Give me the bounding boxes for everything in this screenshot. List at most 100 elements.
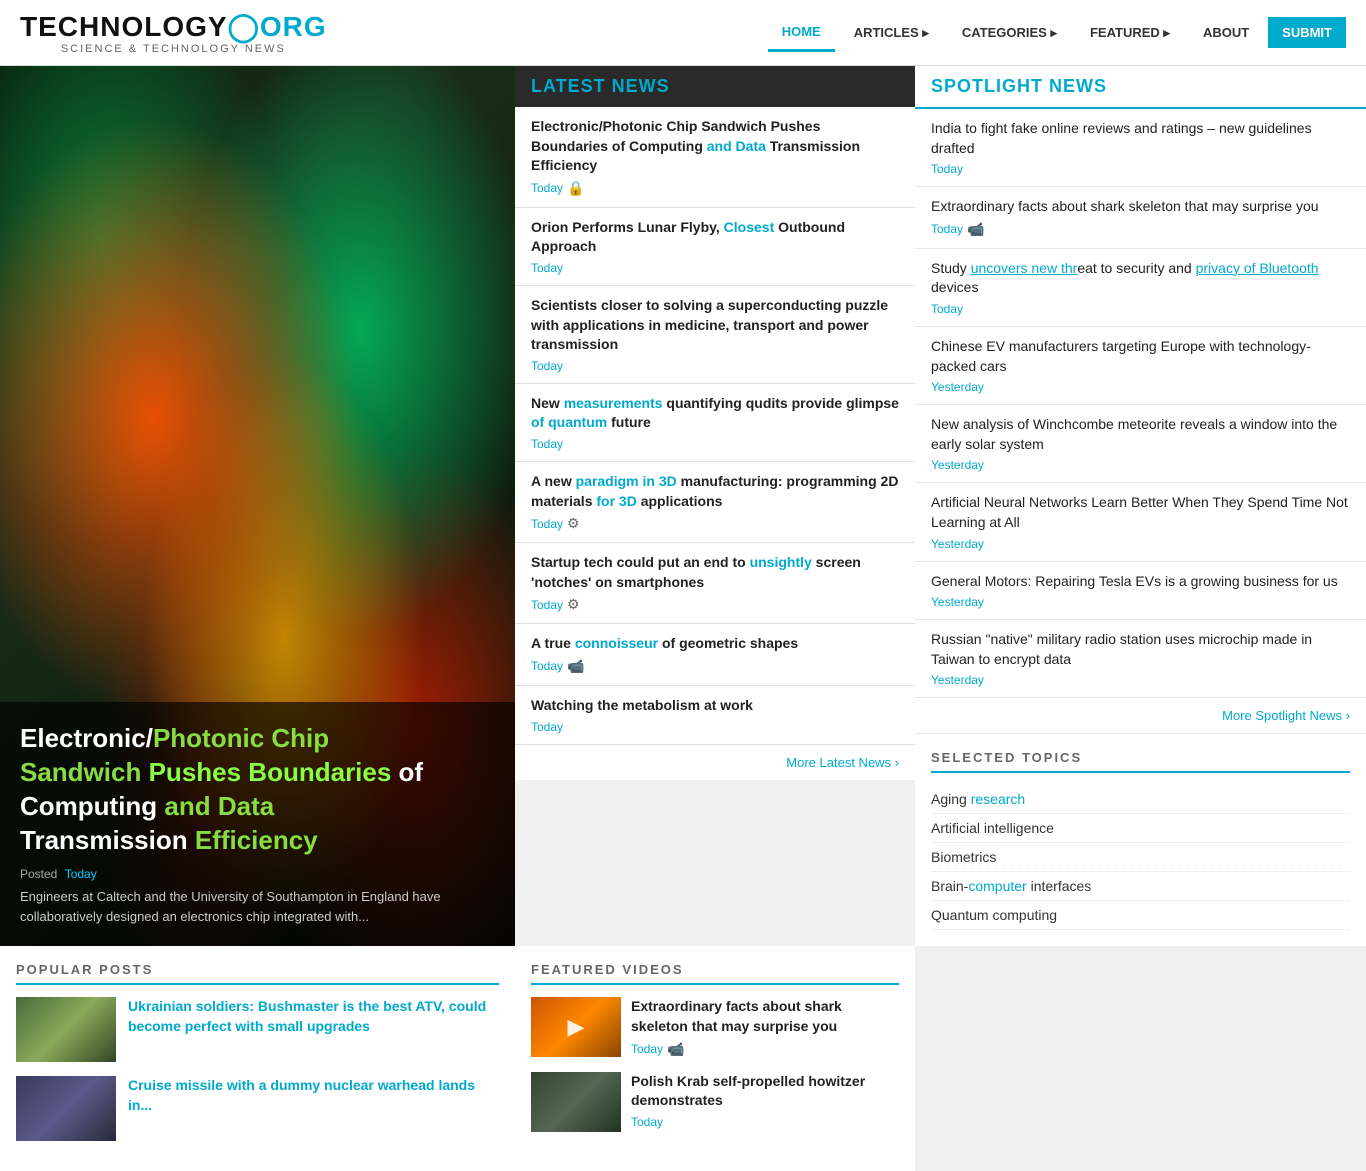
spotlight-item-meta: Today bbox=[931, 302, 1350, 316]
list-item[interactable]: Ukrainian soldiers: Bushmaster is the be… bbox=[16, 997, 499, 1062]
featured-item-meta: Today bbox=[631, 1115, 899, 1129]
bottom-section: POPULAR POSTS Ukrainian soldiers: Bushma… bbox=[0, 946, 1366, 1171]
hero-date-link[interactable]: Today bbox=[65, 867, 97, 881]
spotlight-item-title: Extraordinary facts about shark skeleton… bbox=[931, 197, 1350, 217]
list-item[interactable]: Artificial Neural Networks Learn Better … bbox=[915, 483, 1366, 561]
list-item[interactable]: Startup tech could put an end to unsight… bbox=[515, 543, 915, 624]
featured-item-content: Extraordinary facts about shark skeleton… bbox=[631, 997, 899, 1057]
video-icon: 📹 bbox=[967, 221, 984, 238]
list-item[interactable]: Russian "native" military radio station … bbox=[915, 620, 1366, 698]
more-spotlight-link[interactable]: More Spotlight News › bbox=[915, 698, 1366, 734]
popular-posts-section: POPULAR POSTS Ukrainian soldiers: Bushma… bbox=[0, 946, 515, 1171]
main-content: Electronic/Photonic ChipSandwich Pushes … bbox=[0, 66, 1366, 946]
featured-item-title: Polish Krab self-propelled howitzer demo… bbox=[631, 1072, 899, 1111]
list-item[interactable]: Extraordinary facts about shark skeleton… bbox=[915, 187, 1366, 249]
list-item[interactable]: Orion Performs Lunar Flyby, Closest Outb… bbox=[515, 208, 915, 286]
topic-quantum-computing[interactable]: Quantum computing bbox=[931, 901, 1350, 930]
nav-submit[interactable]: SUBMIT bbox=[1268, 17, 1346, 48]
popular-thumb-2 bbox=[16, 1076, 116, 1141]
spotlight-item-title: Artificial Neural Networks Learn Better … bbox=[931, 493, 1350, 532]
list-item[interactable]: New measurements quantifying qudits prov… bbox=[515, 384, 915, 462]
news-item-title: Electronic/Photonic Chip Sandwich Pushes… bbox=[531, 117, 899, 176]
selected-topics-header: SELECTED TOPICS bbox=[931, 750, 1350, 773]
news-item-meta: Today bbox=[531, 359, 899, 373]
topic-aging-research[interactable]: Aging research bbox=[931, 785, 1350, 814]
news-item-title: Orion Performs Lunar Flyby, Closest Outb… bbox=[531, 218, 899, 257]
news-item-meta: Today bbox=[531, 720, 899, 734]
settings-icon: ⚙ bbox=[567, 596, 580, 613]
popular-thumb-1 bbox=[16, 997, 116, 1062]
spotlight-title: SPOTLIGHT NEWS bbox=[931, 76, 1350, 97]
list-item[interactable]: ▶ Extraordinary facts about shark skelet… bbox=[531, 997, 899, 1057]
hero-meta: Posted Today bbox=[20, 867, 495, 881]
hero-title: Electronic/Photonic ChipSandwich Pushes … bbox=[20, 722, 495, 857]
spotlight-item-meta: Yesterday bbox=[931, 537, 1350, 551]
featured-item-content: Polish Krab self-propelled howitzer demo… bbox=[631, 1072, 899, 1129]
spotlight-item-meta: Yesterday bbox=[931, 380, 1350, 394]
featured-videos-header: FEATURED VIDEOS bbox=[531, 962, 899, 985]
news-item-title: New measurements quantifying qudits prov… bbox=[531, 394, 899, 433]
topic-brain-computer[interactable]: Brain-computer interfaces bbox=[931, 872, 1350, 901]
list-item[interactable]: Chinese EV manufacturers targeting Europ… bbox=[915, 327, 1366, 405]
news-item-title: A new paradigm in 3D manufacturing: prog… bbox=[531, 472, 899, 511]
logo: TECHNOLOGY◯ORG SCIENCE & TECHNOLOGY NEWS bbox=[20, 10, 327, 55]
spotlight-item-meta: Today bbox=[931, 162, 1350, 176]
news-item-meta: Today bbox=[531, 261, 899, 275]
nav-categories[interactable]: CATEGORIES ▸ bbox=[948, 15, 1071, 51]
topic-biometrics[interactable]: Biometrics bbox=[931, 843, 1350, 872]
popular-item-content: Cruise missile with a dummy nuclear warh… bbox=[128, 1076, 499, 1115]
news-item-title: A true connoisseur of geometric shapes bbox=[531, 634, 899, 654]
list-item[interactable]: Cruise missile with a dummy nuclear warh… bbox=[16, 1076, 499, 1141]
spotlight-item-meta: Today 📹 bbox=[931, 221, 1350, 238]
hero-overlay: Electronic/Photonic ChipSandwich Pushes … bbox=[0, 702, 515, 946]
selected-topics-section: SELECTED TOPICS Aging research Artificia… bbox=[915, 734, 1366, 946]
news-item-title: Watching the metabolism at work bbox=[531, 696, 899, 716]
video-icon: 📹 bbox=[567, 658, 584, 675]
spotlight-header: SPOTLIGHT NEWS bbox=[915, 66, 1366, 109]
list-item[interactable]: A true connoisseur of geometric shapes T… bbox=[515, 624, 915, 686]
list-item[interactable]: Scientists closer to solving a supercond… bbox=[515, 286, 915, 384]
lock-icon: 🔒 bbox=[567, 180, 584, 197]
popular-item-title[interactable]: Ukrainian soldiers: Bushmaster is the be… bbox=[128, 998, 486, 1034]
featured-thumb-2 bbox=[531, 1072, 621, 1132]
settings-icon: ⚙ bbox=[567, 515, 580, 532]
nav-articles[interactable]: ARTICLES ▸ bbox=[840, 15, 943, 51]
logo-subtitle: SCIENCE & TECHNOLOGY NEWS bbox=[20, 43, 327, 55]
spotlight-item-title: India to fight fake online reviews and r… bbox=[931, 119, 1350, 158]
list-item[interactable]: Study uncovers new threat to security an… bbox=[915, 249, 1366, 327]
latest-news-title: LATEST NEWS bbox=[531, 76, 899, 97]
popular-posts-header: POPULAR POSTS bbox=[16, 962, 499, 985]
logo-org: ◯ORG bbox=[228, 11, 327, 42]
video-icon: 📹 bbox=[667, 1041, 684, 1058]
featured-item-title: Extraordinary facts about shark skeleton… bbox=[631, 997, 899, 1036]
hero-section: Electronic/Photonic ChipSandwich Pushes … bbox=[0, 66, 515, 946]
latest-news-header: LATEST NEWS bbox=[515, 66, 915, 107]
nav-featured[interactable]: FEATURED ▸ bbox=[1076, 15, 1184, 51]
spotlight-item-meta: Yesterday bbox=[931, 673, 1350, 687]
list-item[interactable]: India to fight fake online reviews and r… bbox=[915, 109, 1366, 187]
topic-artificial-intelligence[interactable]: Artificial intelligence bbox=[931, 814, 1350, 843]
more-latest-link[interactable]: More Latest News › bbox=[515, 745, 915, 780]
nav-home[interactable]: HOME bbox=[768, 14, 835, 52]
news-item-title: Startup tech could put an end to unsight… bbox=[531, 553, 899, 592]
list-item[interactable]: A new paradigm in 3D manufacturing: prog… bbox=[515, 462, 915, 543]
news-item-meta: Today ⚙ bbox=[531, 596, 899, 613]
logo-title[interactable]: TECHNOLOGY◯ORG bbox=[20, 10, 327, 43]
news-item-meta: Today ⚙ bbox=[531, 515, 899, 532]
featured-thumb-1: ▶ bbox=[531, 997, 621, 1057]
spotlight-item-title: Chinese EV manufacturers targeting Europ… bbox=[931, 337, 1350, 376]
list-item[interactable]: Polish Krab self-propelled howitzer demo… bbox=[531, 1072, 899, 1132]
popular-item-title[interactable]: Cruise missile with a dummy nuclear warh… bbox=[128, 1077, 475, 1113]
latest-news-section: LATEST NEWS Electronic/Photonic Chip San… bbox=[515, 66, 915, 946]
list-item[interactable]: General Motors: Repairing Tesla EVs is a… bbox=[915, 562, 1366, 621]
play-icon: ▶ bbox=[568, 1014, 585, 1040]
spotlight-section: SPOTLIGHT NEWS India to fight fake onlin… bbox=[915, 66, 1366, 946]
spotlight-item-title: Study uncovers new threat to security an… bbox=[931, 259, 1350, 298]
spotlight-item-meta: Yesterday bbox=[931, 595, 1350, 609]
nav-about[interactable]: ABOUT bbox=[1189, 15, 1263, 50]
hero-description: Engineers at Caltech and the University … bbox=[20, 887, 495, 926]
list-item[interactable]: New analysis of Winchcombe meteorite rev… bbox=[915, 405, 1366, 483]
header: TECHNOLOGY◯ORG SCIENCE & TECHNOLOGY NEWS… bbox=[0, 0, 1366, 66]
list-item[interactable]: Electronic/Photonic Chip Sandwich Pushes… bbox=[515, 107, 915, 208]
list-item[interactable]: Watching the metabolism at work Today bbox=[515, 686, 915, 745]
